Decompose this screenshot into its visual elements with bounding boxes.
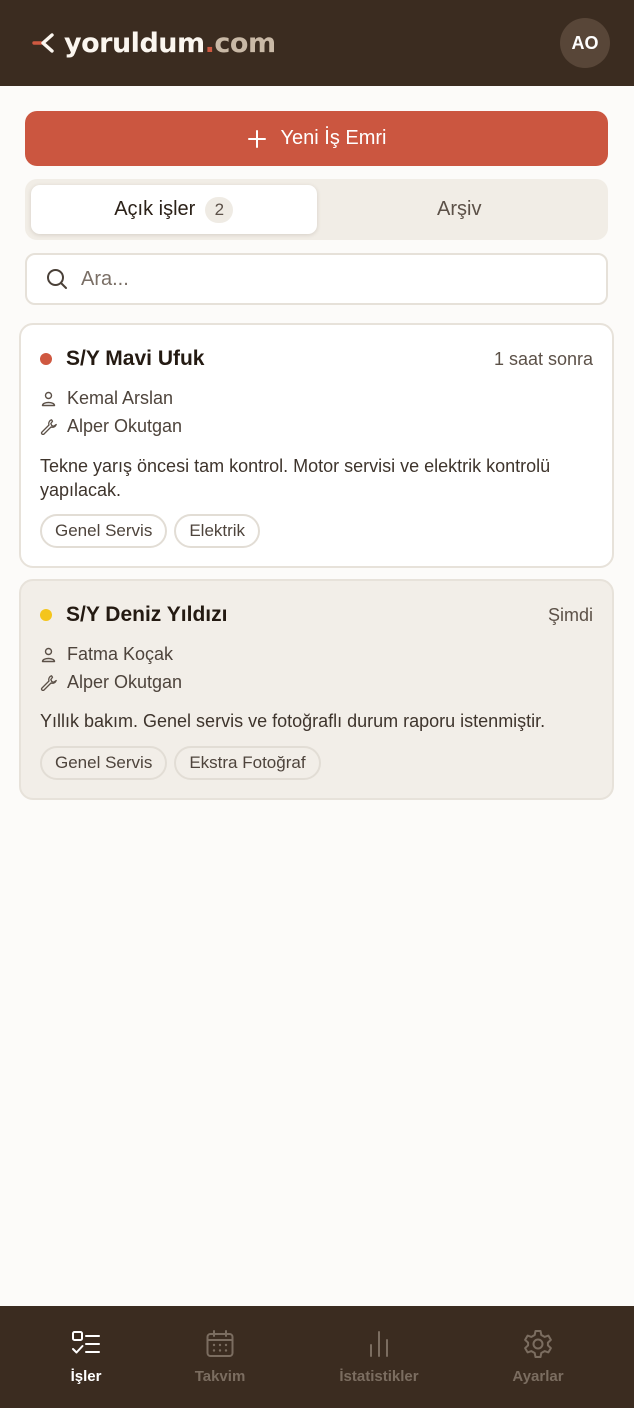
job-tabs: Açık işler 2 Arşiv bbox=[25, 179, 608, 240]
user-icon bbox=[41, 647, 56, 663]
logo-brand: yoruldum bbox=[64, 27, 205, 59]
status-dot bbox=[40, 609, 52, 621]
tag: Genel Servis bbox=[40, 514, 168, 548]
nav-label-calendar: Takvim bbox=[194, 1368, 246, 1385]
logo-tld: com bbox=[214, 27, 276, 59]
tag-list: Genel Servis Elektrik bbox=[40, 514, 261, 548]
tag: Genel Servis bbox=[40, 746, 168, 780]
tab-archive[interactable]: Arşiv bbox=[317, 185, 603, 234]
search-input[interactable] bbox=[81, 267, 561, 291]
job-description: Yıllık bakım. Genel servis ve fotoğraflı… bbox=[40, 711, 546, 731]
nav-item-stats[interactable]: İstatistikler bbox=[324, 1306, 434, 1408]
plus-icon bbox=[247, 129, 266, 148]
vessel-name: S/Y Deniz Yıldızı bbox=[66, 603, 228, 626]
job-card[interactable]: S/Y Deniz Yıldızı Şimdi Fatma Koçak Alpe… bbox=[19, 579, 614, 800]
owner-row: Fatma Koçak bbox=[40, 644, 173, 665]
technician-name: Alper Okutgan bbox=[67, 416, 183, 436]
nav-item-calendar[interactable]: Takvim bbox=[180, 1306, 260, 1408]
job-time: 1 saat sonra bbox=[493, 348, 593, 369]
tab-open-jobs[interactable]: Açık işler 2 bbox=[31, 185, 317, 234]
new-work-order-button[interactable]: Yeni İş Emri bbox=[25, 111, 608, 166]
calendar-icon bbox=[206, 1330, 234, 1357]
app-header: yoruldum.com AO bbox=[0, 0, 634, 86]
technician-row: Alper Okutgan bbox=[40, 672, 182, 693]
wrench-icon bbox=[40, 419, 57, 435]
wrench-icon bbox=[40, 675, 57, 691]
owner-name: Fatma Koçak bbox=[67, 644, 174, 664]
job-description: Tekne yarış öncesi tam kontrol. Motor se… bbox=[40, 456, 551, 500]
nav-label-stats: İstatistikler bbox=[339, 1368, 419, 1385]
bottom-nav: İşler Takvim İstatistikler Ayarlar bbox=[0, 1306, 634, 1408]
avatar[interactable]: AO bbox=[560, 18, 610, 68]
search-box bbox=[25, 253, 608, 305]
technician-name: Alper Okutgan bbox=[67, 672, 183, 692]
technician-row: Alper Okutgan bbox=[40, 416, 182, 437]
tab-open-jobs-label: Açık işler bbox=[114, 198, 196, 220]
open-jobs-count-badge: 2 bbox=[205, 196, 234, 223]
nav-label-settings: Ayarlar bbox=[512, 1368, 564, 1385]
job-card-header: S/Y Deniz Yıldızı Şimdi bbox=[40, 603, 593, 627]
job-title-group: S/Y Mavi Ufuk bbox=[40, 347, 205, 371]
tasks-icon bbox=[72, 1331, 100, 1354]
logo-text: yoruldum.com bbox=[64, 30, 276, 57]
nav-item-settings[interactable]: Ayarlar bbox=[498, 1306, 578, 1408]
logo-mark-icon bbox=[32, 33, 54, 53]
new-work-order-label: Yeni İş Emri bbox=[280, 127, 387, 149]
status-dot bbox=[40, 353, 52, 365]
nav-label-jobs: İşler bbox=[70, 1368, 102, 1385]
job-time: Şimdi bbox=[547, 604, 593, 625]
tag: Ekstra Fotoğraf bbox=[174, 746, 321, 780]
tab-archive-label: Arşiv bbox=[437, 198, 482, 220]
logo[interactable]: yoruldum.com bbox=[32, 30, 276, 57]
search-icon bbox=[47, 269, 67, 289]
gear-icon bbox=[524, 1330, 552, 1358]
tag: Elektrik bbox=[174, 514, 261, 548]
user-icon bbox=[41, 391, 56, 407]
owner-row: Kemal Arslan bbox=[40, 388, 173, 409]
owner-name: Kemal Arslan bbox=[67, 388, 174, 408]
vessel-name: S/Y Mavi Ufuk bbox=[66, 347, 205, 370]
tag-list: Genel Servis Ekstra Fotoğraf bbox=[40, 746, 321, 780]
job-card-header: S/Y Mavi Ufuk 1 saat sonra bbox=[40, 347, 593, 371]
stats-icon bbox=[370, 1331, 388, 1357]
job-title-group: S/Y Deniz Yıldızı bbox=[40, 603, 227, 627]
job-card[interactable]: S/Y Mavi Ufuk 1 saat sonra Kemal Arslan … bbox=[19, 323, 614, 568]
nav-item-jobs[interactable]: İşler bbox=[46, 1306, 126, 1408]
logo-dot: . bbox=[204, 27, 215, 59]
